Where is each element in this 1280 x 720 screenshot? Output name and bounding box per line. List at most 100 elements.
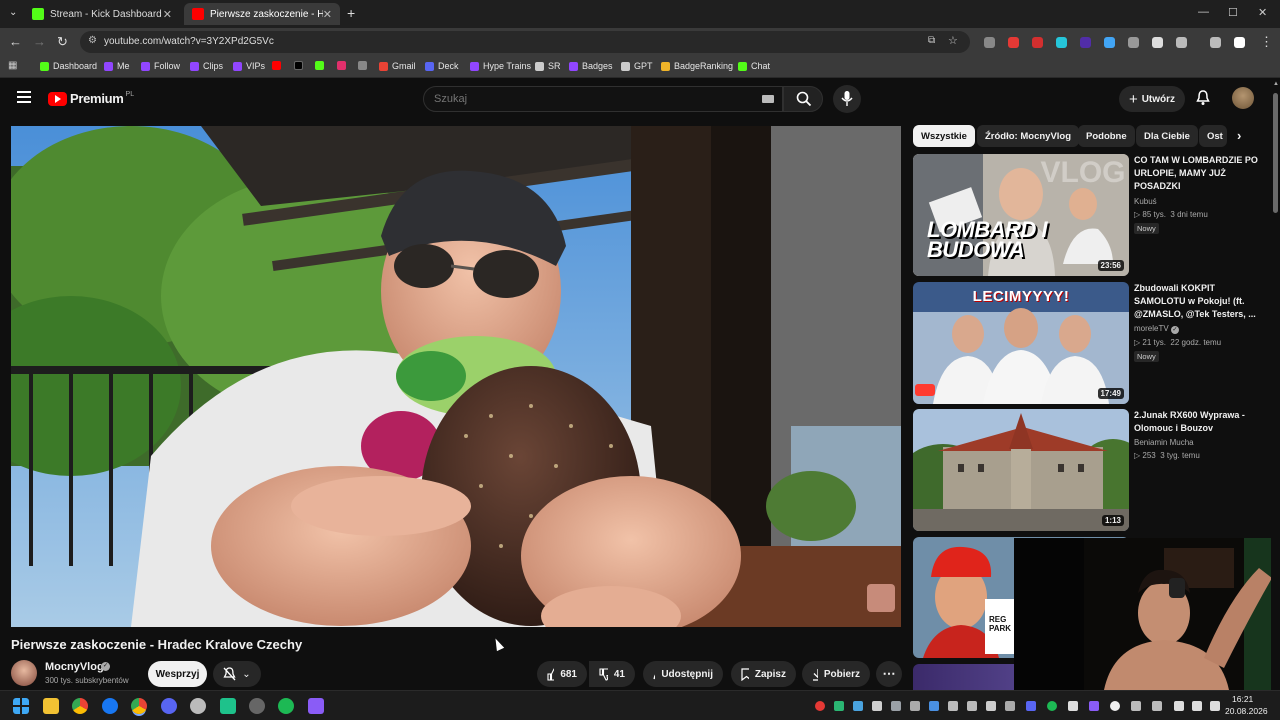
file-explorer-icon[interactable]: [43, 698, 59, 714]
tab-youtube-video[interactable]: Pierwsze zaskoczenie - Hradec ✕: [184, 3, 340, 25]
bookmark-item[interactable]: Me: [104, 61, 130, 71]
video-player[interactable]: [11, 126, 901, 627]
dislike-button[interactable]: 41: [589, 661, 635, 687]
new-tab-button[interactable]: +: [347, 5, 355, 21]
bookmark-item[interactable]: Clips: [190, 61, 223, 71]
close-tab-icon[interactable]: ✕: [323, 8, 332, 21]
bookmark-misc-icon[interactable]: [358, 61, 371, 70]
tray-purple-icon[interactable]: [1089, 701, 1099, 711]
tray-arrow-icon[interactable]: [910, 701, 920, 711]
bookmark-item[interactable]: VIPs: [233, 61, 265, 71]
rec-channel[interactable]: moreleTV ✓: [1134, 324, 1179, 334]
chrome-active-icon[interactable]: [131, 698, 147, 714]
tray-misc-icon[interactable]: [1005, 701, 1015, 711]
extension-adblock-icon[interactable]: [1032, 37, 1043, 48]
bookmark-instagram-icon[interactable]: [337, 61, 350, 70]
tray-white-icon[interactable]: [872, 701, 882, 711]
youtube-premium-logo[interactable]: Premium PL: [48, 91, 134, 106]
windows-start-icon[interactable]: [13, 698, 29, 714]
extension-blue-icon[interactable]: [1104, 37, 1115, 48]
extension-purple-icon[interactable]: [1080, 37, 1091, 48]
rec-title[interactable]: CO TAM W LOMBARDZIE PO URLOPIE, MAMY JUŻ…: [1134, 154, 1258, 193]
browser-menu-icon[interactable]: ⋮: [1260, 34, 1273, 50]
tab-list-chevron-icon[interactable]: ⌄: [9, 7, 17, 18]
rec-thumbnail[interactable]: 1:13: [913, 409, 1129, 531]
rec-thumbnail[interactable]: VLOG LOMBARD I BUDOWA 23:56: [913, 154, 1129, 276]
tray-monitor-icon[interactable]: [891, 701, 901, 711]
scroll-up-icon[interactable]: ▲: [1273, 81, 1279, 87]
site-info-icon[interactable]: ⚙: [88, 35, 97, 46]
save-button[interactable]: Zapisz: [731, 661, 796, 687]
scrollbar-thumb[interactable]: [1273, 93, 1278, 213]
bookmark-kick-icon[interactable]: [315, 61, 328, 70]
chip-related[interactable]: Podobne: [1078, 125, 1135, 147]
tab-kick-dashboard[interactable]: Stream - Kick Dashboard ✕: [24, 3, 180, 25]
extension-red-icon[interactable]: [1008, 37, 1019, 48]
chip-from-channel[interactable]: Źródło: MocnyVlog: [977, 125, 1080, 147]
tray-green-icon[interactable]: [834, 701, 844, 711]
support-button[interactable]: Wesprzyj: [148, 661, 207, 687]
tray-battery-icon[interactable]: [1131, 701, 1141, 711]
create-button[interactable]: + Utwórz: [1119, 86, 1185, 112]
battery-icon[interactable]: [1210, 701, 1220, 711]
chip-all[interactable]: Wszystkie: [913, 125, 975, 147]
more-actions-icon[interactable]: ⋯: [876, 661, 902, 687]
tray-misc-icon[interactable]: [986, 701, 996, 711]
close-tab-icon[interactable]: ✕: [163, 8, 172, 21]
channel-watermark[interactable]: [867, 584, 895, 612]
search-button[interactable]: [783, 86, 823, 112]
discord-icon[interactable]: [161, 698, 177, 714]
bookmark-item[interactable]: SR: [535, 61, 561, 71]
channel-name[interactable]: MocnyVlog: [45, 661, 104, 673]
bookmark-x-icon[interactable]: [294, 61, 307, 70]
bookmark-item[interactable]: GPT: [621, 61, 653, 71]
bookmark-item[interactable]: Hype Trains: [470, 61, 531, 71]
reading-list-icon[interactable]: [1210, 37, 1221, 48]
facebook-icon[interactable]: [102, 698, 118, 714]
close-window-button[interactable]: ✕: [1258, 6, 1267, 19]
tray-discord-icon[interactable]: [1026, 701, 1036, 711]
bookmark-item[interactable]: BadgeRanking: [661, 61, 733, 71]
tray-misc-icon[interactable]: [967, 701, 977, 711]
reload-icon[interactable]: ↻: [57, 34, 68, 50]
app-c-icon[interactable]: [190, 698, 206, 714]
tray-mic-icon[interactable]: [1152, 701, 1162, 711]
app-grid-icon[interactable]: [308, 698, 324, 714]
chip-recent[interactable]: Ost: [1199, 125, 1227, 147]
app-settings-icon[interactable]: [249, 698, 265, 714]
extension-7tv-icon[interactable]: [1056, 37, 1067, 48]
network-icon[interactable]: [1174, 701, 1184, 711]
share-button[interactable]: Udostępnij: [643, 661, 723, 687]
clock-time[interactable]: 16:21: [1232, 694, 1253, 704]
rec-title[interactable]: Zbudowali KOKPIT SAMOLOTU w Pokoju! (ft.…: [1134, 282, 1258, 321]
address-bar[interactable]: ⚙ youtube.com/watch?v=3Y2XPd2G5Vc ⧉ ☆: [80, 31, 970, 53]
tray-telegram-icon[interactable]: [929, 701, 939, 711]
forward-icon[interactable]: →: [33, 34, 46, 49]
hamburger-menu-icon[interactable]: [17, 91, 31, 103]
tray-shield-icon[interactable]: [1068, 701, 1078, 711]
keyboard-icon[interactable]: [762, 95, 774, 103]
tray-misc-icon[interactable]: [948, 701, 958, 711]
bookmark-item[interactable]: Deck: [425, 61, 459, 71]
clock-date[interactable]: 20.08.2026: [1225, 706, 1268, 716]
voice-search-button[interactable]: [833, 85, 861, 113]
profile-icon[interactable]: [1234, 37, 1245, 48]
bookmark-item[interactable]: Badges: [569, 61, 613, 71]
search-input[interactable]: [434, 93, 734, 105]
maximize-button[interactable]: ☐: [1228, 6, 1238, 19]
apps-grid-icon[interactable]: ▦: [8, 60, 17, 71]
download-button[interactable]: Pobierz: [802, 661, 870, 687]
rec-thumbnail[interactable]: LECIMYYYY! 17:49: [913, 282, 1129, 404]
channel-avatar[interactable]: [11, 660, 37, 686]
tray-blue-icon[interactable]: [853, 701, 863, 711]
back-icon[interactable]: ←: [9, 34, 22, 49]
page-scrollbar[interactable]: ▲: [1271, 79, 1280, 690]
bookmark-youtube-icon[interactable]: [272, 61, 285, 70]
chevron-right-icon[interactable]: ›: [1237, 128, 1241, 143]
like-button[interactable]: 681: [537, 661, 587, 687]
tray-obs-icon[interactable]: [1110, 701, 1120, 711]
tray-red-icon[interactable]: [815, 701, 825, 711]
extension-grey-icon[interactable]: [1128, 37, 1139, 48]
bookmark-item[interactable]: Dashboard: [40, 61, 97, 71]
install-app-icon[interactable]: ⧉: [928, 35, 935, 46]
